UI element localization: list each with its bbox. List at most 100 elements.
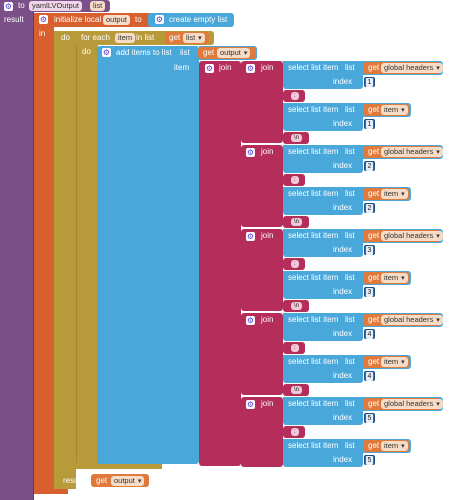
select-get-label: get xyxy=(368,357,380,366)
index-number-value[interactable]: 3 xyxy=(366,288,373,297)
separator-text-value[interactable]: : xyxy=(291,428,299,436)
add-items-get-label: get xyxy=(203,48,215,57)
add-items-item-label: item xyxy=(174,63,190,72)
create-list-gear-icon[interactable]: ⚙ xyxy=(155,15,164,24)
procedure-gear-icon[interactable]: ⚙ xyxy=(4,2,13,11)
inner-join-gear-icon[interactable]: ⚙ xyxy=(246,232,255,241)
inner-join-block[interactable] xyxy=(241,229,283,311)
select-index-label: index xyxy=(333,329,353,338)
outer-join-block[interactable] xyxy=(199,61,241,466)
local-gear-icon[interactable]: ⚙ xyxy=(39,15,48,24)
index-number-value[interactable]: 5 xyxy=(366,456,373,465)
local-variable-block[interactable] xyxy=(34,13,54,493)
index-number-value[interactable]: 3 xyxy=(366,246,373,255)
item-dropdown[interactable]: item xyxy=(381,273,408,283)
local-label: initialize local xyxy=(54,15,102,24)
index-number-block[interactable]: 2 xyxy=(364,203,375,213)
inner-join-gear-icon[interactable]: ⚙ xyxy=(246,148,255,157)
separator-text-value[interactable]: : xyxy=(291,176,299,184)
separator-text-value[interactable]: : xyxy=(291,92,299,100)
select-index-label: index xyxy=(333,119,353,128)
global-headers-dropdown[interactable]: global headers xyxy=(381,63,443,73)
index-number-value[interactable]: 1 xyxy=(366,78,373,87)
inner-join-label: join xyxy=(261,147,274,156)
select-list-item-label: select list item xyxy=(288,147,339,156)
index-number-block[interactable]: 5 xyxy=(364,455,375,465)
loop-get-label: get xyxy=(169,33,181,42)
select-list-item-label: select list item xyxy=(288,399,339,408)
global-headers-dropdown[interactable]: global headers xyxy=(381,231,443,241)
inner-join-gear-icon[interactable]: ⚙ xyxy=(246,64,255,73)
inner-join-block[interactable] xyxy=(241,61,283,143)
index-number-block[interactable]: 3 xyxy=(364,287,375,297)
index-number-value[interactable]: 2 xyxy=(366,204,373,213)
item-dropdown[interactable]: item xyxy=(381,357,408,367)
select-get-label: get xyxy=(368,231,380,240)
select-get-label: get xyxy=(368,189,380,198)
inner-join-gear-icon[interactable]: ⚙ xyxy=(246,316,255,325)
loop-list-dropdown[interactable]: list xyxy=(183,33,205,43)
item-dropdown[interactable]: item xyxy=(381,189,408,199)
select-index-label: index xyxy=(333,245,353,254)
select-get-label: get xyxy=(368,315,380,324)
select-list-label: list xyxy=(345,357,355,366)
add-items-gear-icon[interactable]: ⚙ xyxy=(102,48,111,57)
select-list-label: list xyxy=(345,105,355,114)
inner-join-label: join xyxy=(261,63,274,72)
index-number-value[interactable]: 4 xyxy=(366,372,373,381)
separator-text-value[interactable]: : xyxy=(291,344,299,352)
select-list-label: list xyxy=(345,399,355,408)
inner-join-gear-icon[interactable]: ⚙ xyxy=(246,400,255,409)
item-dropdown[interactable]: item xyxy=(381,441,408,451)
index-number-block[interactable]: 4 xyxy=(364,371,375,381)
loop-var-field[interactable]: item xyxy=(115,33,136,43)
global-headers-dropdown[interactable]: global headers xyxy=(381,315,443,325)
index-number-block[interactable]: 4 xyxy=(364,329,375,339)
global-headers-dropdown[interactable]: global headers xyxy=(381,147,443,157)
select-get-label: get xyxy=(368,147,380,156)
inner-join-block[interactable] xyxy=(241,145,283,227)
index-number-block[interactable]: 2 xyxy=(364,161,375,171)
add-items-block[interactable] xyxy=(97,46,199,464)
index-number-value[interactable]: 1 xyxy=(366,120,373,129)
global-headers-dropdown[interactable]: global headers xyxy=(381,399,443,409)
procedure-param-field[interactable]: list xyxy=(90,1,106,11)
inner-join-block[interactable] xyxy=(241,313,283,395)
index-number-value[interactable]: 4 xyxy=(366,330,373,339)
select-index-label: index xyxy=(333,455,353,464)
select-list-label: list xyxy=(345,231,355,240)
separator-text-value[interactable]: : xyxy=(291,260,299,268)
newline-text-value[interactable]: \n xyxy=(291,134,303,142)
index-number-value[interactable]: 2 xyxy=(366,162,373,171)
select-list-item-label: select list item xyxy=(288,273,339,282)
add-items-var-dropdown[interactable]: output xyxy=(217,48,251,58)
newline-text-value[interactable]: \n xyxy=(291,218,303,226)
for-each-block[interactable] xyxy=(76,45,98,469)
item-dropdown[interactable]: item xyxy=(381,105,408,115)
footer-var-dropdown[interactable]: output xyxy=(111,476,145,486)
footer-result-label: result xyxy=(63,476,83,485)
do-label: do xyxy=(61,33,70,42)
select-get-label: get xyxy=(368,399,380,408)
index-number-block[interactable]: 3 xyxy=(364,245,375,255)
select-list-item-label: select list item xyxy=(288,231,339,240)
index-number-block[interactable]: 1 xyxy=(364,77,375,87)
in-list-label: in list xyxy=(136,33,155,42)
index-number-block[interactable]: 1 xyxy=(364,119,375,129)
newline-text-value[interactable]: \n xyxy=(291,386,303,394)
procedure-name-field[interactable]: yamlLVOutput xyxy=(29,1,82,11)
procedure-block[interactable] xyxy=(0,0,34,500)
select-list-item-label: select list item xyxy=(288,357,339,366)
add-items-label: add items to list xyxy=(116,48,172,57)
select-index-label: index xyxy=(333,161,353,170)
index-number-value[interactable]: 5 xyxy=(366,414,373,423)
do-container-block[interactable] xyxy=(54,31,76,489)
index-number-block[interactable]: 5 xyxy=(364,413,375,423)
newline-text-value[interactable]: \n xyxy=(291,302,303,310)
local-var-field[interactable]: output xyxy=(103,15,130,25)
inner-join-label: join xyxy=(261,315,274,324)
select-index-label: index xyxy=(333,77,353,86)
for-each-label: for each xyxy=(81,33,110,42)
outer-join-gear-icon[interactable]: ⚙ xyxy=(205,64,214,73)
select-get-label: get xyxy=(368,63,380,72)
